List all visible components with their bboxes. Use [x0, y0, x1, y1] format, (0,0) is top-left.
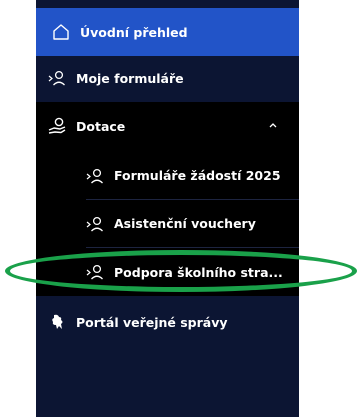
nav-item-public-portal[interactable]: Portál veřejné správy [36, 298, 299, 346]
home-icon [52, 23, 70, 41]
subsidies-group: Dotace Formuláře žádostí 2025 Asistenční… [36, 102, 299, 296]
user-forms-icon [86, 167, 104, 185]
subsidies-item-label: Podpora školního stra... [114, 264, 283, 280]
money-hand-icon [48, 117, 66, 135]
nav-item-label: Moje formuláře [76, 70, 184, 86]
nav-item-label: Dotace [76, 118, 126, 134]
subsidies-item-forms-2025[interactable]: Formuláře žádostí 2025 [86, 152, 299, 200]
nav-item-label: Úvodní přehled [80, 24, 188, 40]
nav-item-overview[interactable]: Úvodní přehled [36, 8, 299, 56]
nav-item-label: Portál veřejné správy [76, 314, 228, 330]
nav-item-my-forms[interactable]: Moje formuláře [36, 54, 299, 102]
nav-item-subsidies[interactable]: Dotace [36, 102, 299, 150]
sidebar: Úvodní přehled Moje formuláře Dotace For… [36, 0, 299, 417]
chevron-up-icon[interactable] [267, 119, 279, 131]
subsidies-item-vouchers[interactable]: Asistenční vouchery [86, 200, 299, 248]
user-forms-icon [48, 69, 66, 87]
user-forms-icon [86, 263, 104, 281]
subsidies-item-label: Asistenční vouchery [114, 216, 256, 231]
lion-emblem-icon [48, 313, 66, 331]
user-forms-icon [86, 215, 104, 233]
subsidies-item-label: Formuláře žádostí 2025 [114, 168, 281, 183]
subsidies-item-school-support[interactable]: Podpora školního stra... [86, 248, 299, 296]
